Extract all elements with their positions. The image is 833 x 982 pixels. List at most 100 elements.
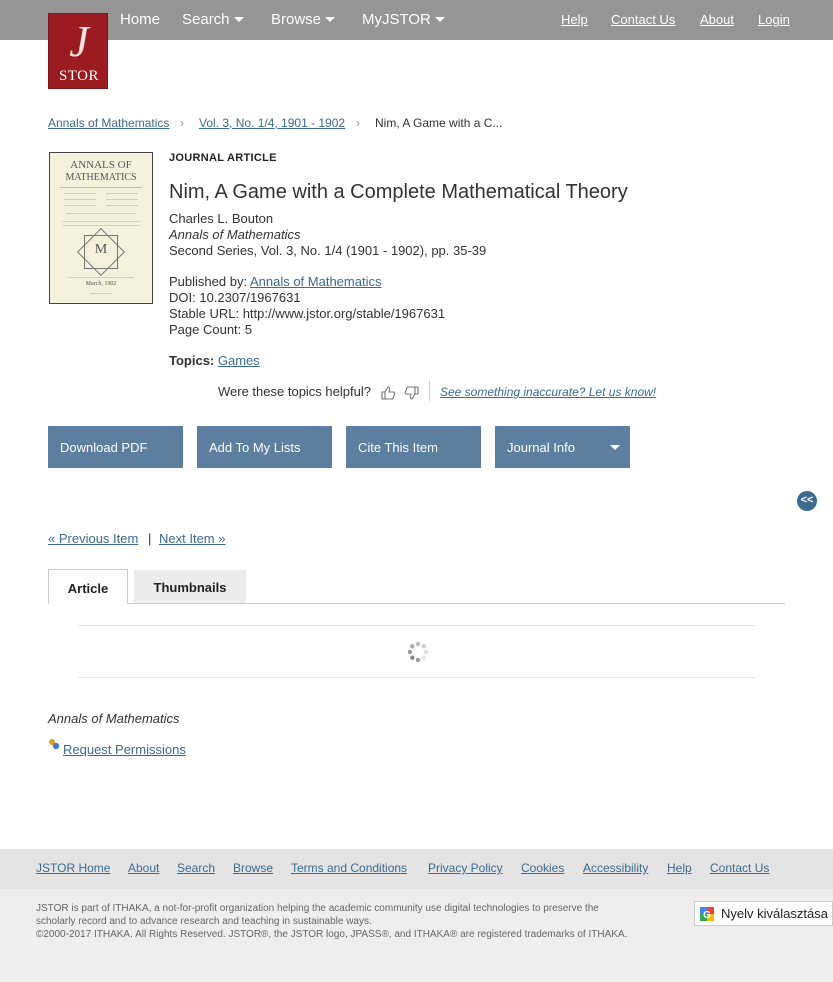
chevron-right-icon: › — [180, 116, 184, 130]
viewer-border-top — [78, 625, 755, 626]
footer-link-terms[interactable]: Terms and Conditions — [291, 861, 407, 875]
caret-down-icon — [610, 445, 620, 450]
nav-contact-link[interactable]: Contact Us — [611, 0, 675, 40]
article-author: Charles L. Bouton — [169, 211, 274, 226]
journal-name-footer: Annals of Mathematics — [48, 711, 180, 726]
footer-link-jstor-home[interactable]: JSTOR Home — [36, 861, 110, 875]
article-stable-url: Stable URL: http://www.jstor.org/stable/… — [169, 306, 446, 321]
cover-text-line — [62, 221, 140, 222]
footer-link-help[interactable]: Help — [667, 861, 692, 875]
published-by-label: Published by: — [169, 274, 248, 289]
footer-link-browse[interactable]: Browse — [233, 861, 273, 875]
publisher-link[interactable]: Annals of Mathematics — [250, 274, 382, 289]
top-nav-bar: Home Search Browse MyJSTOR Help Contact … — [0, 0, 833, 40]
article-title: Nim, A Game with a Complete Mathematical… — [169, 181, 628, 203]
cover-text-line — [106, 193, 138, 194]
footer-nav: JSTOR Home About Search Browse Terms and… — [0, 849, 833, 889]
article-journal: Annals of Mathematics — [169, 227, 301, 242]
download-pdf-label: Download PDF — [60, 440, 148, 455]
article-doi: DOI: 10.2307/1967631 — [169, 290, 301, 305]
nav-browse-label: Browse — [271, 11, 322, 28]
language-select-button[interactable]: G Nyelv kiválasztása — [694, 901, 833, 926]
journal-cover-image[interactable]: ANNALS OF MATHEMATICS M March, 1902 — [49, 152, 153, 304]
cover-emblem-monogram: M — [94, 242, 108, 257]
nav-myjstor-label: MyJSTOR — [362, 11, 431, 28]
request-permissions-link[interactable]: Request Permissions — [63, 742, 186, 757]
add-to-lists-button[interactable]: Add To My Lists — [197, 426, 332, 468]
cover-text-line — [66, 213, 136, 214]
footer-link-cookies[interactable]: Cookies — [521, 861, 564, 875]
logo-text: STOR — [58, 68, 100, 84]
footer-link-accessibility[interactable]: Accessibility — [583, 861, 648, 875]
article-type-label: JOURNAL ARTICLE — [169, 152, 277, 164]
journal-info-button[interactable]: Journal Info — [495, 426, 630, 468]
caret-down-icon — [434, 16, 445, 22]
topics-helpful-question: Were these topics helpful? — [218, 384, 371, 399]
caret-down-icon — [233, 16, 244, 22]
tab-bar-line — [48, 603, 785, 604]
nav-login-link[interactable]: Login — [758, 0, 790, 40]
footer-copyright: ©2000-2017 ITHAKA. All Rights Reserved. … — [36, 929, 628, 940]
chevron-right-icon: › — [356, 116, 360, 130]
tab-thumbnails[interactable]: Thumbnails — [134, 570, 246, 603]
cover-text-line — [64, 205, 96, 206]
footer-link-privacy[interactable]: Privacy Policy — [428, 861, 503, 875]
pager-separator: | — [148, 531, 152, 546]
cover-text-line — [90, 293, 112, 294]
article-page-count: Page Count: 5 — [169, 322, 253, 337]
divider — [429, 381, 430, 401]
cover-text-line — [62, 225, 140, 226]
cover-text-line — [68, 277, 134, 278]
breadcrumb-current: Nim, A Game with a C... — [375, 116, 503, 130]
footer-about-line2: scholarly record and to advance research… — [36, 916, 372, 927]
jstor-logo[interactable]: J STOR — [48, 13, 108, 89]
topics-label: Topics: — [169, 353, 215, 368]
published-by: Published by: Annals of Mathematics — [169, 274, 381, 289]
tab-article[interactable]: Article — [48, 569, 128, 604]
nav-about-link[interactable]: About — [700, 0, 734, 40]
permissions-icon — [49, 739, 60, 750]
cover-title-line1: ANNALS OF — [70, 159, 132, 171]
nav-browse[interactable]: Browse — [271, 0, 336, 40]
nav-search[interactable]: Search — [182, 0, 244, 40]
nav-home[interactable]: Home — [120, 0, 160, 40]
collapse-panel-button[interactable]: << — [797, 491, 817, 511]
footer-about-line1: JSTOR is part of ITHAKA, a not-for-profi… — [36, 903, 599, 914]
caret-down-icon — [325, 16, 336, 22]
cover-rule — [60, 187, 142, 188]
cover-text-line — [106, 199, 138, 200]
cite-item-label: Cite This Item — [358, 440, 438, 455]
tab-article-label: Article — [67, 581, 109, 596]
nav-help-link[interactable]: Help — [561, 0, 588, 40]
nav-search-label: Search — [182, 11, 230, 28]
loading-spinner-icon — [407, 641, 429, 663]
footer-link-about[interactable]: About — [128, 861, 159, 875]
footer-link-contact[interactable]: Contact Us — [710, 861, 769, 875]
cite-item-button[interactable]: Cite This Item — [346, 426, 481, 468]
thumbs-down-icon[interactable] — [404, 385, 420, 401]
add-to-lists-label: Add To My Lists — [209, 440, 301, 455]
svg-text:G: G — [703, 910, 711, 921]
breadcrumb-volume[interactable]: Vol. 3, No. 1/4, 1901 - 1902 — [199, 116, 345, 130]
nav-home-label: Home — [120, 11, 161, 28]
download-pdf-button[interactable]: Download PDF — [48, 426, 183, 468]
journal-info-label: Journal Info — [507, 440, 575, 455]
topic-link-games[interactable]: Games — [218, 353, 260, 368]
article-series: Second Series, Vol. 3, No. 1/4 (1901 - 1… — [169, 243, 487, 258]
tab-thumbnails-label: Thumbnails — [153, 580, 227, 595]
breadcrumb-journal[interactable]: Annals of Mathematics — [48, 116, 169, 130]
next-item-link[interactable]: Next Item » — [159, 531, 225, 546]
cover-text-line — [64, 193, 96, 194]
thumbs-up-icon[interactable] — [380, 385, 396, 401]
cover-text-line — [64, 199, 96, 200]
cover-date: March, 1902 — [85, 281, 117, 287]
previous-item-link[interactable]: « Previous Item — [48, 531, 138, 546]
google-translate-icon: G — [700, 907, 714, 921]
footer-link-search[interactable]: Search — [177, 861, 215, 875]
cover-text-line — [106, 205, 138, 206]
language-select-label: Nyelv kiválasztása — [721, 906, 828, 921]
nav-myjstor[interactable]: MyJSTOR — [362, 0, 445, 40]
logo-j-glyph: J — [69, 17, 89, 66]
topics: Topics: Games — [169, 353, 260, 368]
report-inaccurate-link[interactable]: See something inaccurate? Let us know! — [440, 385, 656, 399]
